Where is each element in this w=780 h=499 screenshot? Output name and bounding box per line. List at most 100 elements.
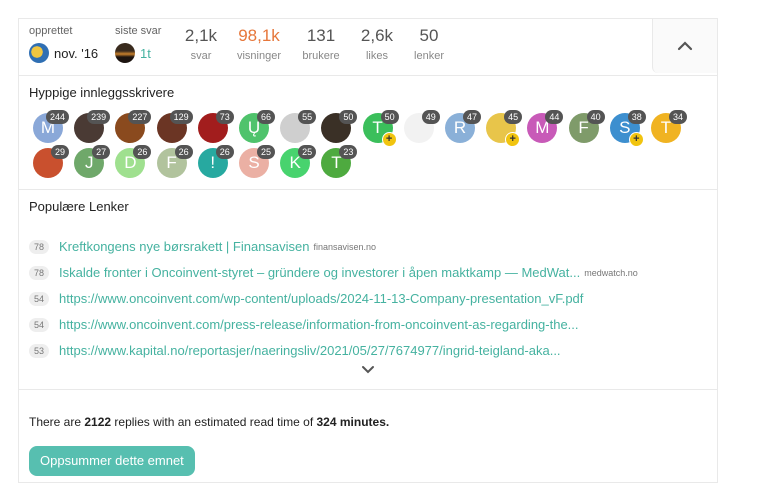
poster-avatar[interactable]: T 23 [321,145,358,178]
link-click-count: 53 [29,343,50,358]
poster-avatar[interactable]: D 26 [115,145,152,178]
poster-avatar[interactable]: 45 + [486,110,523,147]
poster-post-count: 26 [174,145,193,159]
poster-initial: T [372,118,383,137]
poster-post-count: 50 [380,110,399,124]
poster-avatar[interactable]: T 50 + [362,110,399,147]
poster-avatar[interactable]: F 40 [568,110,605,143]
poster-avatar[interactable]: J 27 [74,145,111,178]
popular-link[interactable]: Kreftkongens nye børsrakett | Finansavis… [59,239,310,254]
poster-initial: F [166,153,177,172]
poster-post-count: 44 [545,110,564,124]
summary-minutes: 324 minutes. [316,415,390,429]
poster-post-count: 27 [92,145,111,159]
popular-links: Populære Lenker 78 Kreftkongens nye børsr… [19,191,717,390]
poster-post-count: 25 [256,145,275,159]
last-reply-avatar [115,43,135,63]
poster-post-count: 26 [133,145,152,159]
popular-link[interactable]: https://www.oncoinvent.com/wp-content/up… [59,291,583,306]
poster-post-count: 129 [169,110,193,124]
poster-avatar[interactable]: 55 [280,110,317,143]
replies-label: svar [190,50,212,62]
poster-initial: J [84,153,94,172]
plus-icon: + [505,132,521,147]
poster-avatar[interactable]: 227 [115,110,152,143]
replies-stat: 2,1k svar [179,25,223,62]
links-label: lenker [414,50,444,62]
poster-initial: F [578,118,589,137]
summary-replies: 2122 [84,415,112,429]
views-label: visninger [236,50,282,62]
last-reply-label: siste svar [115,25,162,37]
link-click-count: 54 [29,317,50,332]
link-domain: finansavisen.no [313,241,377,252]
poster-avatar[interactable]: S 25 [239,145,275,178]
created-label: opprettet [29,25,73,37]
poster-post-count: 239 [87,110,111,124]
last-reply-stat[interactable]: siste svar 1t [115,25,161,63]
poster-avatar[interactable]: 129 [156,110,193,143]
chevron-up-icon [677,41,693,51]
summary-text: There are 2122 replies with an estimated… [29,415,389,429]
likes-count: 2,6k [360,26,394,45]
frequent-posters-title: Hyppige innleggsskrivere [29,85,175,100]
popular-link[interactable]: https://www.kapital.no/reportasjer/naeri… [59,343,561,358]
poster-avatar[interactable]: ! 26 [197,145,234,178]
poster-avatar[interactable]: F 26 [156,145,193,178]
popular-link[interactable]: https://www.oncoinvent.com/press-release… [59,317,579,332]
popular-link-row: 78 Iskalde fronter i Oncoinvent-styret – … [29,265,638,280]
poster-initial: ! [210,153,216,172]
links-stat: 50 lenker [407,25,451,62]
poster-avatar[interactable]: S 38 + [609,110,646,147]
popular-links-title: Populære Lenker [29,199,129,214]
poster-post-count: 73 [215,110,234,124]
poster-post-count: 66 [256,110,275,124]
popular-link-row: 54 https://www.oncoinvent.com/press-relea… [29,317,579,332]
poster-post-count: 29 [50,145,69,159]
likes-label: likes [365,50,388,62]
poster-post-count: 227 [128,110,152,124]
popular-link-row: 53 https://www.kapital.no/reportasjer/nae… [29,343,561,358]
users-stat: 131 brukere [299,25,343,62]
poster-avatar[interactable]: 29 [33,145,69,178]
poster-avatar[interactable]: M 244 [33,110,69,143]
poster-avatar[interactable]: Ų 66 [239,110,275,143]
views-stat: 98,1k visninger [233,25,285,62]
users-count: 131 [306,26,336,45]
created-stat[interactable]: opprettet nov. '16 [29,25,98,63]
poster-avatar[interactable]: 73 [197,110,234,143]
plus-icon: + [381,132,397,147]
poster-post-count: 50 [339,110,358,124]
links-count: 50 [419,26,439,45]
poster-avatar[interactable]: 239 [74,110,111,143]
link-click-count: 78 [29,265,50,280]
collapse-button[interactable] [652,19,717,73]
poster-avatar[interactable]: 49 [403,110,440,143]
poster-post-count: 47 [462,110,481,124]
topic-map: opprettet nov. '16 siste svar 1t 2,1k sv… [18,18,718,483]
replies-count: 2,1k [184,26,218,45]
poster-post-count: 45 [504,110,523,124]
plus-icon: + [628,132,644,147]
users-label: brukere [302,50,340,62]
expand-links-button[interactable] [361,361,375,379]
link-click-count: 78 [29,239,50,254]
summary-middle: replies with an estimated read time of [111,415,317,429]
poster-avatar[interactable]: M 44 [527,110,564,143]
popular-link-row: 78 Kreftkongens nye børsrakett | Finansav… [29,239,376,254]
poster-post-count: 23 [339,145,358,159]
summarize-topic-button[interactable]: Oppsummer dette emnet [29,446,195,476]
chevron-down-icon [362,366,374,374]
topic-stats: opprettet nov. '16 siste svar 1t 2,1k sv… [19,19,717,76]
poster-post-count: 26 [215,145,234,159]
poster-avatar[interactable]: T 34 [651,110,687,143]
creator-avatar [29,43,49,63]
poster-post-count: 25 [298,145,317,159]
poster-post-count: 40 [586,110,605,124]
poster-avatar[interactable]: K 25 [280,145,317,178]
poster-avatar[interactable]: R 47 [445,110,481,143]
poster-post-count: 34 [668,110,687,124]
poster-avatar[interactable]: 50 [321,110,358,143]
likes-stat: 2,6k likes [355,25,399,62]
popular-link[interactable]: Iskalde fronter i Oncoinvent-styret – gr… [59,265,580,280]
